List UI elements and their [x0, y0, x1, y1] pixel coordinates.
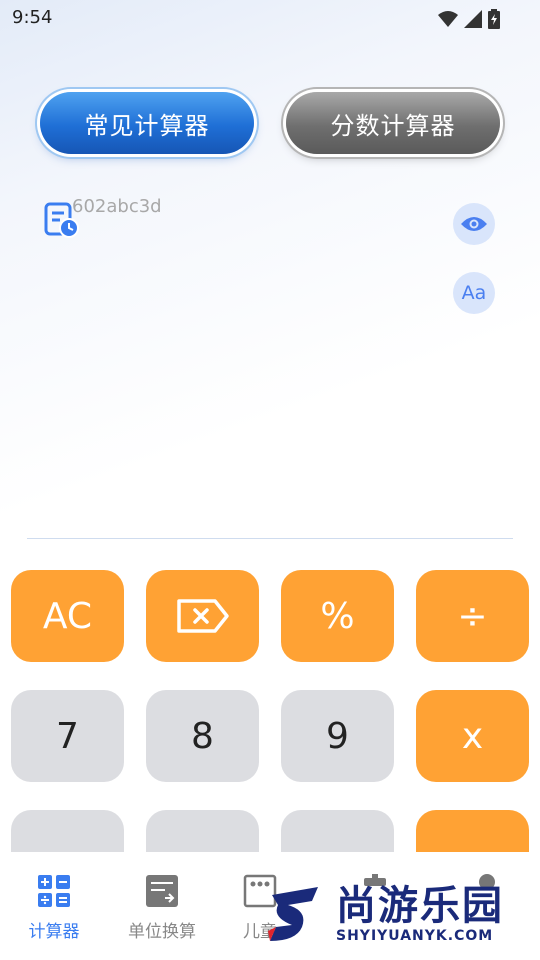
digit-9-label: 9 [326, 715, 349, 757]
backspace-icon [176, 599, 229, 633]
expression-display: 602abc3d [72, 196, 162, 217]
calculator-icon [38, 875, 70, 907]
percent-key[interactable]: % [281, 570, 394, 662]
battery-charging-icon [488, 9, 500, 29]
watermark-s-icon [268, 887, 318, 941]
cellular-signal-icon [464, 10, 482, 28]
digit-7-label: 7 [56, 715, 79, 757]
nav-unit-convert-label: 单位换算 [128, 922, 196, 942]
percent-key-label: % [320, 595, 355, 637]
font-size-icon: Aa [461, 282, 487, 304]
digit-8-label: 8 [191, 715, 214, 757]
watermark-logo: 尚游乐园 SHYIYUANYK.COM [262, 868, 540, 960]
digit-8-key[interactable]: 8 [146, 690, 259, 782]
status-bar: 9:54 [0, 0, 540, 36]
font-size-button[interactable]: Aa [453, 272, 495, 314]
watermark-title: 尚游乐园 [336, 883, 504, 929]
wifi-icon [438, 11, 458, 27]
status-icons [438, 9, 500, 29]
nav-unit-convert[interactable]: 单位换算 [117, 874, 207, 942]
clear-key[interactable]: AC [11, 570, 124, 662]
clear-key-label: AC [42, 595, 93, 637]
display-divider [27, 538, 513, 539]
standard-calculator-tab[interactable]: 常见计算器 [40, 92, 254, 154]
multiply-key-label: x [461, 715, 484, 757]
fraction-calculator-tab[interactable]: 分数计算器 [286, 92, 500, 154]
standard-calculator-label: 常见计算器 [84, 111, 210, 140]
visibility-toggle-button[interactable] [453, 203, 495, 245]
nav-calculator-label: 计算器 [28, 922, 80, 942]
backspace-key[interactable] [146, 570, 259, 662]
divide-key-label: ÷ [457, 595, 488, 637]
divide-key[interactable]: ÷ [416, 570, 529, 662]
multiply-key[interactable]: x [416, 690, 529, 782]
nav-calculator[interactable]: 计算器 [9, 874, 99, 942]
digit-9-key[interactable]: 9 [281, 690, 394, 782]
watermark-url: SHYIYUANYK.COM [336, 928, 494, 944]
digit-7-key[interactable]: 7 [11, 690, 124, 782]
eye-icon [461, 217, 487, 231]
fraction-calculator-label: 分数计算器 [330, 111, 456, 140]
unit-convert-icon [146, 875, 178, 907]
clock: 9:54 [12, 7, 53, 28]
